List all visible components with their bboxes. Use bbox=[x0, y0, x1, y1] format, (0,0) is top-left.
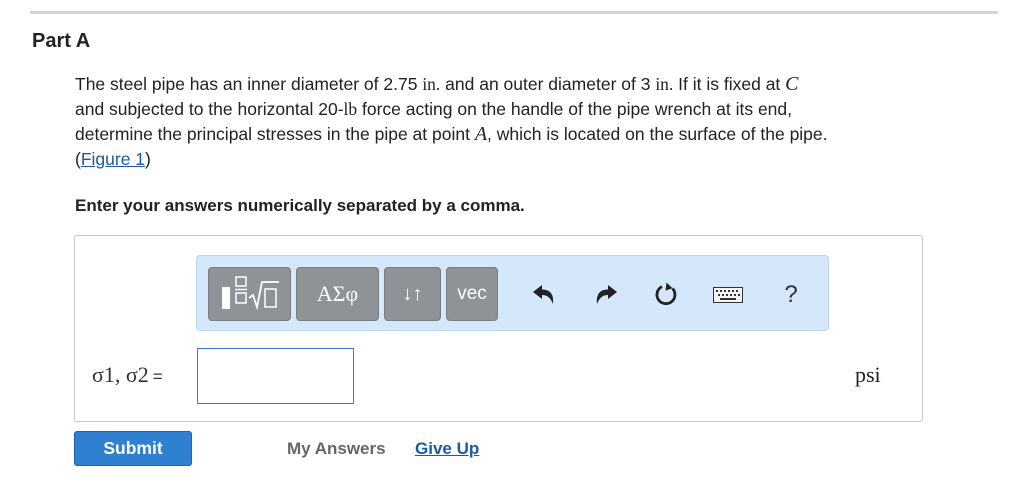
problem-text: The steel pipe has an inner diameter of … bbox=[75, 74, 423, 94]
sigma-label: σ1, σ2 bbox=[92, 362, 149, 387]
help-button[interactable]: ? bbox=[774, 278, 808, 312]
vector-button[interactable]: vec bbox=[446, 267, 498, 321]
submit-button[interactable]: Submit bbox=[74, 431, 192, 466]
unit-lb: lb bbox=[343, 99, 358, 119]
undo-icon bbox=[533, 285, 554, 304]
reset-icon bbox=[655, 282, 677, 306]
problem-text: and an outer diameter of 3 bbox=[440, 74, 656, 94]
figure-link[interactable]: Figure 1 bbox=[81, 149, 145, 169]
problem-text: and subjected to the horizontal 20- bbox=[75, 99, 344, 119]
redo-icon bbox=[596, 285, 617, 304]
instruction: Enter your answers numerically separated… bbox=[75, 196, 525, 215]
keyboard-button[interactable] bbox=[711, 278, 745, 312]
unit-inch: in. bbox=[655, 74, 674, 94]
top-divider bbox=[30, 11, 998, 14]
subscript-superscript-button[interactable]: ↓↑ bbox=[384, 267, 441, 321]
problem-text: , which is located on the surface of the… bbox=[487, 124, 828, 144]
unit-inch: in. bbox=[422, 74, 441, 94]
paren-close: ) bbox=[145, 149, 151, 169]
give-up-link[interactable]: Give Up bbox=[415, 439, 479, 459]
problem-statement: The steel pipe has an inner diameter of … bbox=[75, 72, 1010, 172]
point-c: C bbox=[785, 73, 799, 95]
problem-text: force acting on the handle of the pipe w… bbox=[357, 99, 793, 119]
equals-sign: = bbox=[152, 367, 163, 386]
templates-button[interactable] bbox=[208, 267, 291, 321]
math-toolbar: ΑΣφ ↓↑ vec ? bbox=[196, 255, 829, 331]
answer-variable-label: σ1, σ2 = bbox=[92, 362, 163, 388]
templates-icon bbox=[221, 276, 279, 311]
point-a: A bbox=[474, 123, 488, 145]
answer-input[interactable] bbox=[197, 348, 354, 404]
unit-label: psi bbox=[855, 362, 881, 387]
reset-button[interactable] bbox=[649, 278, 683, 312]
part-title: Part A bbox=[32, 30, 91, 52]
problem-text: If it is fixed at bbox=[673, 74, 786, 94]
problem-text: determine the principal stresses in the … bbox=[75, 124, 475, 144]
my-answers-link[interactable]: My Answers bbox=[287, 439, 386, 459]
undo-button[interactable] bbox=[527, 278, 561, 312]
greek-symbols-button[interactable]: ΑΣφ bbox=[296, 267, 379, 321]
keyboard-icon bbox=[713, 287, 743, 303]
redo-button[interactable] bbox=[589, 278, 623, 312]
